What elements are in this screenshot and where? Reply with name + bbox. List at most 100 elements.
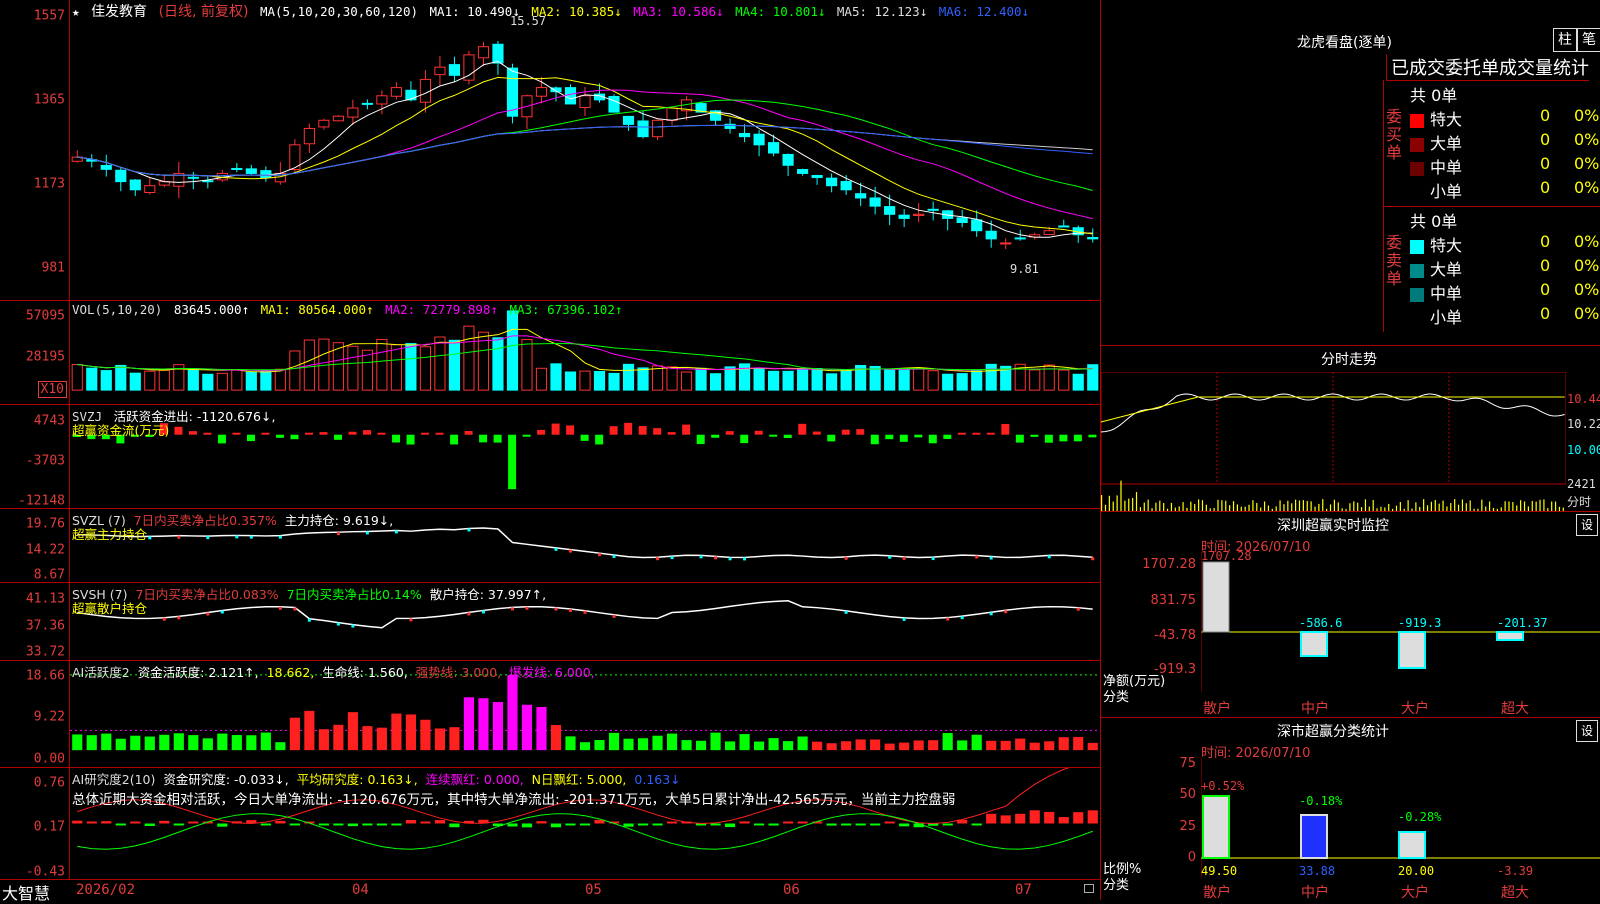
candle-body (332, 115, 344, 122)
svsh-sub: 超赢散户持仓 (72, 601, 148, 616)
volume-panel[interactable]: 57095 28195 X10 VOL(5,10,20) 83645.000↑ … (0, 301, 1100, 405)
research-bar (318, 823, 329, 826)
sz-monitor-title: 深圳超赢实时监控 (1277, 518, 1389, 534)
x-label: 05 (585, 882, 602, 898)
ytick: 75 (1179, 756, 1196, 771)
holding-line (77, 600, 1093, 629)
flow-bar (522, 434, 531, 437)
activity-bar (899, 742, 910, 751)
svzl-panel[interactable]: 19.76 14.22 8.67 SVZL (7) 7日内买卖净占比0.357%… (0, 509, 1100, 583)
bar-super (1496, 631, 1524, 641)
row-name: 特大 (1430, 110, 1463, 129)
sell-total: 共 0单 (1410, 212, 1458, 231)
ai-activity-panel[interactable]: 18.66 9.22 0.00 AI活跃度2 资金活跃度: 2.121↑, 18… (0, 661, 1100, 768)
svsh-panel[interactable]: 41.13 37.36 33.72 SVSH (7) 7日内买卖净占比0.083… (0, 583, 1100, 661)
flow-bar (725, 431, 734, 435)
activity-bar (724, 741, 736, 751)
lock-icon[interactable] (1084, 884, 1094, 893)
ytick: 18.66 (25, 668, 65, 684)
flow-bar (551, 423, 560, 435)
buy-row: 小单 0 0% (1410, 178, 1600, 202)
kline-plot[interactable] (70, 0, 1100, 300)
large-color-icon (1410, 263, 1424, 278)
activity-bar (115, 738, 126, 751)
research-bar (579, 823, 591, 826)
research-bar (391, 823, 402, 826)
research-bar (115, 823, 126, 826)
row-count: 0 (1540, 178, 1551, 197)
research-bar (275, 820, 286, 824)
research-bar (826, 823, 837, 826)
activity-bar (202, 738, 213, 751)
kline-chart[interactable] (70, 0, 1100, 300)
candle-body (144, 185, 156, 194)
intraday-volume-bar (1116, 495, 1118, 512)
row-count: 0 (1540, 232, 1551, 251)
volume-bar (405, 343, 417, 391)
bottom-value: 20.00 (1398, 864, 1435, 878)
activity-bar (797, 736, 808, 751)
sz-class-settings-button[interactable]: 设 (1576, 720, 1598, 742)
activity-bar (173, 733, 184, 751)
research-bar (1087, 810, 1098, 824)
volume-bar (71, 363, 83, 391)
flow-bar (435, 432, 444, 435)
intraday-panel[interactable]: 分时走势 10.44 10.22 10.00 2421 分时 (1100, 345, 1600, 512)
volume-bar (840, 370, 852, 391)
candle-body (1014, 237, 1026, 240)
holding-tick (293, 607, 297, 611)
kline-legend: ★ 佳发教育 (日线, 前复权) MA(5,10,20,30,60,120) M… (72, 1, 1033, 21)
sell-row: 中单 0 0% (1410, 280, 1600, 304)
svzj-panel[interactable]: 4743 -3703 -12148 SVZJ 活跃资金进出: -1120.676… (0, 405, 1100, 509)
flow-bar (711, 434, 720, 438)
candle-body (869, 197, 881, 207)
holding-tick (554, 547, 558, 551)
volume-bar (260, 370, 272, 391)
flow-bar (783, 434, 792, 439)
bar-value: -919.3 (1398, 616, 1442, 630)
research-bar (783, 821, 794, 824)
volume-bar (869, 365, 881, 391)
sz-monitor-panel[interactable]: 深圳超赢实时监控 设 时间: 2026/07/10 1707.28 831.75… (1100, 511, 1600, 717)
aiy-t5: 0.163↓ (634, 772, 681, 787)
holding-tick (177, 535, 181, 539)
candle-body (1000, 242, 1012, 245)
row-pct: 0% (1574, 304, 1600, 323)
ai-summary-text: 总体近期大资金相对活跃，今日大单净流出: -1120.676万元，其中特大单净流… (72, 792, 956, 808)
volume-ma-line (77, 342, 1093, 371)
intraday-chart[interactable] (1101, 372, 1566, 512)
flow-bar (276, 434, 284, 438)
holding-tick (888, 555, 892, 559)
tick-mode-button[interactable]: 笔 (1577, 28, 1600, 52)
high-marker: 15.57 (510, 14, 547, 28)
candle-body (797, 169, 809, 174)
kline-panel[interactable]: 1557 1365 1173 981 ★ 佳发教育 (日线, 前复权) MA(5… (0, 0, 1100, 301)
candle-body (884, 206, 896, 215)
bar-mid (1300, 814, 1328, 859)
activity-bar (1073, 736, 1084, 751)
lhb-subtitle: 已成交委托单成交量统计 (1386, 54, 1589, 81)
research-bar (565, 823, 576, 826)
flow-bar (624, 422, 633, 435)
volume-bar (797, 368, 809, 391)
sz-class-panel[interactable]: 深市超赢分类统计 设 时间: 2026/07/10 75 50 25 0 比例%… (1100, 717, 1600, 901)
volume-bar (826, 373, 838, 391)
ytick: 1173 (33, 176, 65, 192)
ytick: 33.72 (25, 644, 65, 660)
volume-bar (927, 370, 939, 391)
bar-mode-button[interactable]: 柱 (1553, 28, 1577, 52)
research-bar (362, 823, 373, 826)
holding-tick (612, 614, 616, 618)
sz-monitor-settings-button[interactable]: 设 (1576, 514, 1598, 536)
research-bar (144, 823, 155, 827)
row-name: 中单 (1430, 158, 1463, 177)
aih-t1: 资金活跃度: 2.121↑, (137, 665, 259, 680)
holding-tick (336, 622, 340, 626)
volume-bar (1029, 369, 1041, 391)
intraday-volume-bar (1108, 495, 1110, 512)
vol-ma3: MA3: 67396.102↑ (509, 302, 623, 317)
app-logo[interactable]: 大智慧 (2, 880, 50, 904)
bottom-value: 49.50 (1201, 864, 1238, 878)
vol-ma2: MA2: 72779.898↑ (385, 302, 498, 317)
ai-research-panel[interactable]: 0.76 0.17 -0.43 AI研究度2(10) 资金研究度: -0.033… (0, 768, 1100, 880)
